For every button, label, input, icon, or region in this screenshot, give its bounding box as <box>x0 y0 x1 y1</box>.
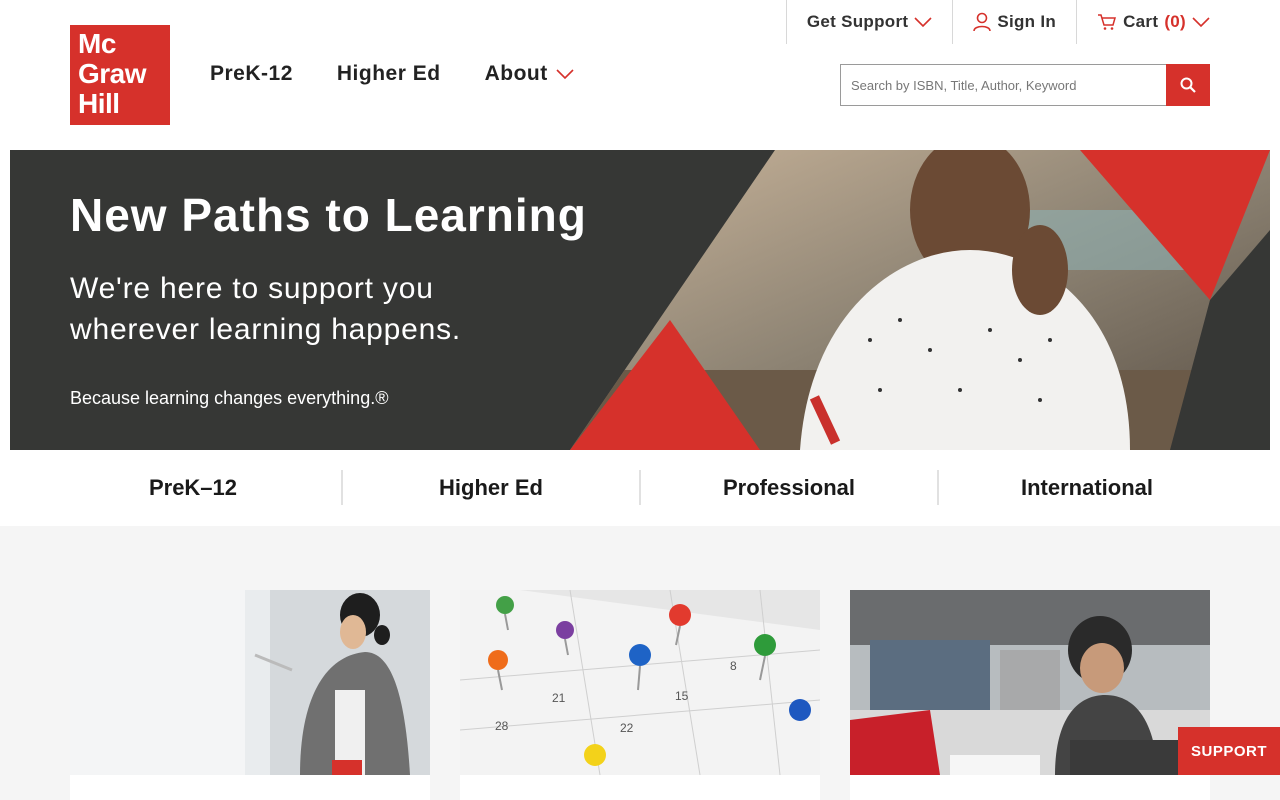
nav-prek12-label: PreK-12 <box>210 62 293 85</box>
svg-text:28: 28 <box>495 719 509 733</box>
feature-card-teacher[interactable] <box>70 590 430 800</box>
chevron-down-icon <box>556 69 574 80</box>
category-professional[interactable]: Professional <box>639 470 937 505</box>
nav-higher-ed[interactable]: Higher Ed <box>337 62 441 86</box>
nav-about[interactable]: About <box>485 62 574 86</box>
svg-text:15: 15 <box>675 689 689 703</box>
cart-icon <box>1098 14 1117 30</box>
site-header: Mc Graw Hill PreK-12 Higher Ed About Get… <box>0 0 1280 150</box>
nav-higher-ed-label: Higher Ed <box>336 62 441 85</box>
search-input[interactable] <box>840 64 1166 106</box>
svg-text:21: 21 <box>552 691 566 705</box>
calendar-pins-photo: 21 22 15 28 8 <box>459 589 821 776</box>
utility-nav: Get Support Sign In Cart (0) <box>785 0 1210 44</box>
category-international[interactable]: International <box>937 470 1235 505</box>
hero-subtitle: We're here to support you wherever learn… <box>70 272 462 346</box>
teacher-whiteboard-photo <box>70 590 430 775</box>
hero-title: New Paths to Learning <box>70 189 587 241</box>
sign-in-link[interactable]: Sign In <box>952 0 1076 44</box>
feature-card-student[interactable] <box>850 590 1210 800</box>
chevron-down-icon <box>1192 17 1210 28</box>
cart-count: (0) <box>1164 12 1186 31</box>
nav-prek12[interactable]: PreK-12 <box>210 62 293 86</box>
svg-text:22: 22 <box>620 721 634 735</box>
category-prek12[interactable]: PreK–12 <box>45 470 341 505</box>
search-bar <box>840 64 1210 106</box>
student-laptop-photo <box>850 590 1210 775</box>
category-higher-ed[interactable]: Higher Ed <box>341 470 639 505</box>
search-button[interactable] <box>1166 64 1210 106</box>
search-icon <box>1180 77 1196 93</box>
category-bar: PreK–12 Higher Ed Professional Internati… <box>45 470 1235 505</box>
mcgraw-hill-logo[interactable]: Mc Graw Hill <box>70 25 170 125</box>
get-support-label: Get Support <box>806 12 909 31</box>
hero-banner: New Paths to Learning We're here to supp… <box>10 150 1270 450</box>
cart-menu[interactable]: Cart (0) <box>1076 0 1210 44</box>
nav-about-label: About <box>484 62 548 85</box>
logo-line-2: Graw <box>78 58 147 89</box>
sign-in-label: Sign In <box>997 12 1057 31</box>
hero-student-photo <box>570 150 1270 450</box>
logo-line-3: Hill <box>78 88 120 119</box>
get-support-menu[interactable]: Get Support <box>785 0 953 44</box>
logo-line-1: Mc <box>78 28 116 59</box>
feature-card-calendar[interactable]: 21 22 15 28 8 <box>459 589 821 800</box>
main-nav: PreK-12 Higher Ed About <box>210 62 574 86</box>
cart-label: Cart <box>1123 12 1159 31</box>
user-icon <box>973 12 992 32</box>
chevron-down-icon <box>914 17 932 28</box>
svg-text:8: 8 <box>730 659 737 673</box>
support-tab-button[interactable]: SUPPORT <box>1178 727 1280 775</box>
hero-tagline: Because learning changes everything.® <box>70 388 389 408</box>
